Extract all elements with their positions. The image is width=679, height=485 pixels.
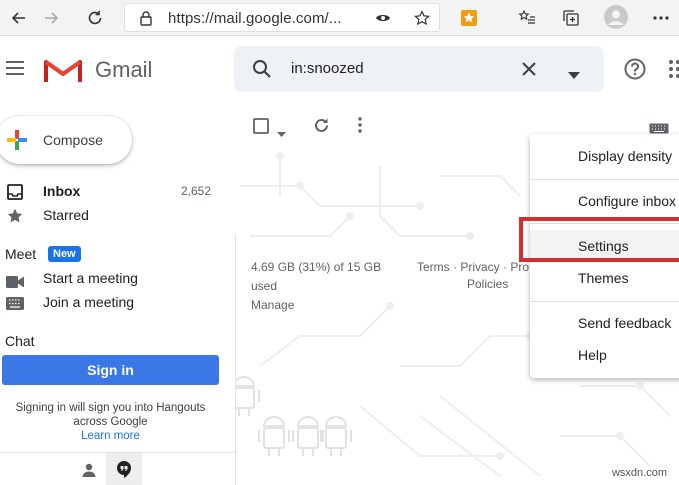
tracking-icon[interactable] [372,7,394,29]
storage-info: 4.69 GB (31%) of 15 GB used Manage [251,258,381,315]
storage-used-label: used [251,279,278,293]
select-dropdown-icon[interactable] [277,124,286,142]
hangouts-info-line: Signing in will sign you into Hangouts [15,402,206,414]
hangouts-tab-bar [0,452,236,485]
hangouts-quote-icon [117,461,131,483]
menu-divider [530,179,679,180]
back-arrow-icon[interactable] [8,7,30,29]
star-icon [7,208,23,229]
more-icon[interactable] [650,7,672,29]
support-icon[interactable] [624,58,646,85]
highlight-annotation-box [519,217,679,262]
hangouts-tab[interactable] [106,453,142,485]
menu-item-help[interactable]: Help [578,347,607,363]
profile-icon[interactable] [604,5,628,29]
chat-section-title: Chat [5,333,35,349]
forward-arrow-icon[interactable] [40,7,62,29]
search-bar[interactable]: in:snoozed [234,46,604,92]
favorites-list-icon[interactable] [516,7,538,29]
apps-grid-icon[interactable] [668,59,679,84]
menu-divider [530,301,679,302]
menu-item-configure-inbox[interactable]: Configure inbox [578,193,676,209]
select-checkbox[interactable] [253,118,269,139]
refresh-icon[interactable] [84,7,106,29]
hangouts-info: Signing in will sign you into Hangouts a… [2,401,219,443]
search-input[interactable]: in:snoozed [291,60,364,77]
join-meeting-link[interactable]: Join a meeting [43,294,134,310]
contacts-person-icon[interactable] [82,463,96,482]
menu-item-display-density[interactable]: Display density [578,148,672,164]
sidebar-item-label: Inbox [43,183,81,199]
gmail-window: Gmail in:snoozed Compose Inbox 2,652 Sta… [0,36,679,485]
refresh-mail-icon[interactable] [313,117,330,139]
extension-icon[interactable] [458,7,480,29]
url-text: https://mail.google.com/... [168,10,342,27]
keyboard-icon [6,297,24,315]
compose-label: Compose [43,132,103,148]
start-meeting-link[interactable]: Start a meeting [43,270,138,286]
manage-storage-link[interactable]: Manage [251,296,381,315]
more-actions-icon[interactable] [358,117,362,138]
sidebar-item-inbox[interactable]: Inbox 2,652 [0,180,225,204]
favorite-star-icon[interactable] [411,7,433,29]
meet-section-title: Meet [5,246,37,262]
inbox-icon [7,184,23,205]
learn-more-link[interactable]: Learn more [2,429,219,443]
hangouts-info-line: across Google [73,416,148,428]
storage-usage: 4.69 GB (31%) of 15 GB [251,260,382,274]
meet-chat-panel: Meet New Start a meeting Join a meeting … [0,234,236,485]
unread-count: 2,652 [180,184,211,198]
menu-item-themes[interactable]: Themes [578,270,629,286]
footer-links[interactable]: Terms · Privacy · Pro [417,258,529,277]
browser-toolbar: https://mail.google.com/... [0,0,679,36]
compose-button[interactable]: Compose [0,116,132,164]
video-camera-icon [6,275,24,293]
sign-in-button[interactable]: Sign in [2,355,219,385]
policies-link[interactable]: Policies [467,277,508,291]
menu-item-send-feedback[interactable]: Send feedback [578,315,671,331]
clear-search-icon[interactable] [522,62,536,81]
sidebar-item-label: Starred [43,207,89,223]
main-menu-icon[interactable] [6,61,24,80]
gmail-wordmark[interactable]: Gmail [95,57,152,83]
sidebar-item-starred[interactable]: Starred [0,204,225,228]
gmail-logo-icon[interactable] [44,56,82,89]
search-options-icon[interactable] [568,66,580,84]
address-bar[interactable]: https://mail.google.com/... [124,3,440,32]
watermark: wsxdn.com [611,467,667,479]
search-icon[interactable] [252,59,272,84]
compose-plus-icon [6,129,28,156]
lock-icon[interactable] [135,7,157,29]
collections-icon[interactable] [560,7,582,29]
new-badge: New [48,246,81,262]
